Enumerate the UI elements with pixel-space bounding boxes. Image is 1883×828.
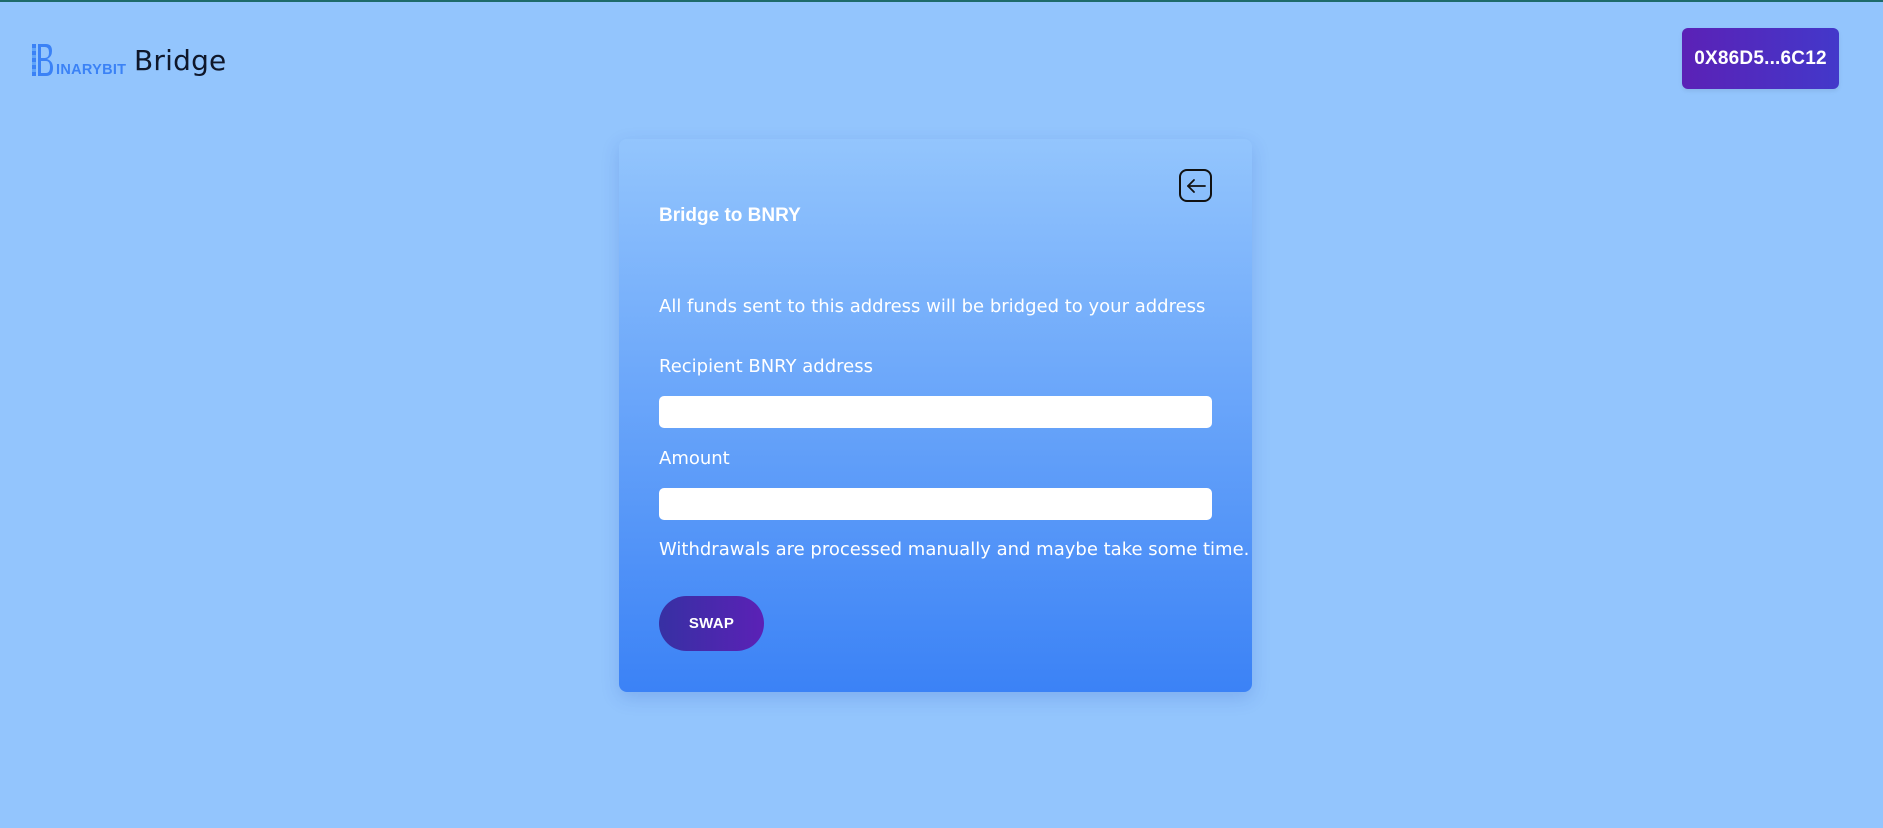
- recipient-address-label: Recipient BNRY address: [659, 356, 873, 377]
- amount-input[interactable]: [659, 488, 1212, 520]
- withdrawal-notice: Withdrawals are processed manually and m…: [659, 539, 1250, 560]
- app-title: Bridge: [134, 43, 227, 77]
- wallet-address-button[interactable]: 0X86D5...6C12: [1682, 28, 1839, 89]
- arrow-left-icon: [1186, 178, 1206, 193]
- recipient-address-input[interactable]: [659, 396, 1212, 428]
- top-bar: INARYBIT Bridge 0X86D5...6C12: [0, 2, 1883, 117]
- bridge-notice: All funds sent to this address will be b…: [659, 296, 1206, 317]
- card-title: Bridge to BNRY: [659, 205, 801, 226]
- swap-button[interactable]: SWAP: [659, 596, 764, 651]
- bridge-card: Bridge to BNRY All funds sent to this ad…: [619, 139, 1252, 692]
- logo-mark-icon: [32, 44, 53, 76]
- logo-wordmark: INARYBIT: [56, 62, 127, 78]
- back-button[interactable]: [1179, 169, 1212, 202]
- brand[interactable]: INARYBIT Bridge: [32, 40, 226, 80]
- binarybit-logo: INARYBIT: [32, 42, 132, 78]
- amount-label: Amount: [659, 448, 730, 469]
